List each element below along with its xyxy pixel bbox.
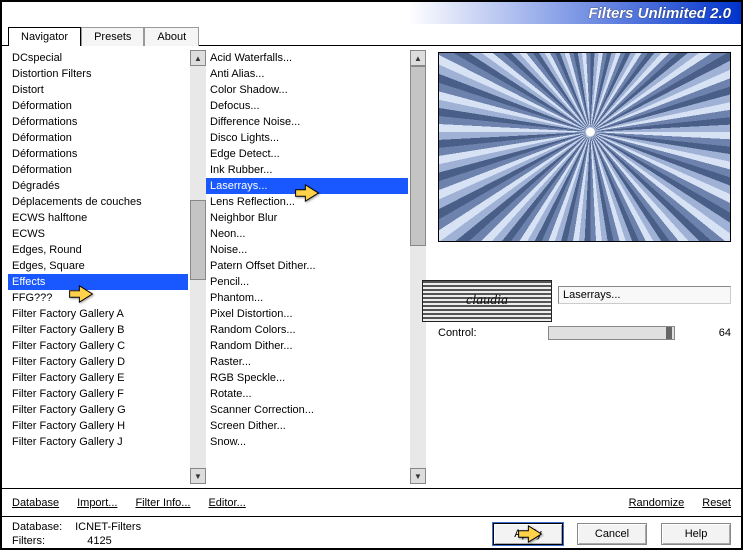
- list-item[interactable]: FFG???: [8, 290, 188, 306]
- list-item[interactable]: Dégradés: [8, 178, 188, 194]
- list-item[interactable]: Defocus...: [206, 98, 408, 114]
- filter-info-button[interactable]: Filter Info...: [135, 497, 190, 509]
- title-bar: Filters Unlimited 2.0: [2, 2, 741, 24]
- control-slider[interactable]: [548, 326, 675, 340]
- list-item[interactable]: Filter Factory Gallery D: [8, 354, 188, 370]
- scroll-thumb[interactable]: [190, 200, 206, 280]
- list-item[interactable]: RGB Speckle...: [206, 370, 408, 386]
- list-item[interactable]: Déformations: [8, 146, 188, 162]
- list-item[interactable]: Scanner Correction...: [206, 402, 408, 418]
- list-item[interactable]: Rotate...: [206, 386, 408, 402]
- list-item[interactable]: Filter Factory Gallery J: [8, 434, 188, 450]
- list-item[interactable]: Neon...: [206, 226, 408, 242]
- list-item[interactable]: Raster...: [206, 354, 408, 370]
- list-item[interactable]: Déformation: [8, 162, 188, 178]
- list-item[interactable]: Effects: [8, 274, 188, 290]
- list-item[interactable]: Filter Factory Gallery F: [8, 386, 188, 402]
- list-item[interactable]: Filter Factory Gallery E: [8, 370, 188, 386]
- import-button[interactable]: Import...: [77, 497, 117, 509]
- editor-button[interactable]: Editor...: [208, 497, 245, 509]
- tab-navigator[interactable]: Navigator: [8, 27, 81, 46]
- list-item[interactable]: Distortion Filters: [8, 66, 188, 82]
- category-scrollbar[interactable]: ▲ ▼: [190, 50, 206, 484]
- list-item[interactable]: Noise...: [206, 242, 408, 258]
- help-button[interactable]: Help: [661, 523, 731, 545]
- list-item[interactable]: Patern Offset Dither...: [206, 258, 408, 274]
- toolbar: Database Import... Filter Info... Editor…: [2, 488, 741, 516]
- list-item[interactable]: Pixel Distortion...: [206, 306, 408, 322]
- list-item[interactable]: Difference Noise...: [206, 114, 408, 130]
- list-item[interactable]: Pencil...: [206, 274, 408, 290]
- list-item[interactable]: Déformation: [8, 98, 188, 114]
- list-item[interactable]: Déformations: [8, 114, 188, 130]
- list-item[interactable]: Déformation: [8, 130, 188, 146]
- list-item[interactable]: Neighbor Blur: [206, 210, 408, 226]
- scroll-up-icon[interactable]: ▲: [410, 50, 426, 66]
- list-item[interactable]: Filter Factory Gallery G: [8, 402, 188, 418]
- list-item[interactable]: ECWS: [8, 226, 188, 242]
- filter-pane: Acid Waterfalls...Anti Alias...Color Sha…: [206, 46, 426, 488]
- control-row: Control: 64: [438, 326, 731, 340]
- list-item[interactable]: Anti Alias...: [206, 66, 408, 82]
- apply-button[interactable]: Apply: [493, 523, 563, 545]
- list-item[interactable]: Ink Rubber...: [206, 162, 408, 178]
- list-item[interactable]: Filter Factory Gallery H: [8, 418, 188, 434]
- tab-presets[interactable]: Presets: [81, 27, 144, 46]
- scroll-thumb[interactable]: [410, 66, 426, 246]
- list-item[interactable]: Laserrays...: [206, 178, 408, 194]
- list-item[interactable]: Edges, Round: [8, 242, 188, 258]
- list-item[interactable]: Lens Reflection...: [206, 194, 408, 210]
- list-item[interactable]: ECWS halftone: [8, 210, 188, 226]
- list-item[interactable]: Edge Detect...: [206, 146, 408, 162]
- status-bar: Database: ICNET-Filters Filters: 4125 Ap…: [2, 516, 741, 550]
- filter-scrollbar[interactable]: ▲ ▼: [410, 50, 426, 484]
- app-title: Filters Unlimited 2.0: [588, 5, 731, 22]
- scroll-up-icon[interactable]: ▲: [190, 50, 206, 66]
- list-item[interactable]: Snow...: [206, 434, 408, 450]
- control-value: 64: [675, 327, 731, 339]
- list-item[interactable]: Filter Factory Gallery B: [8, 322, 188, 338]
- reset-button[interactable]: Reset: [702, 497, 731, 509]
- filter-list[interactable]: Acid Waterfalls...Anti Alias...Color Sha…: [206, 50, 408, 484]
- tab-about[interactable]: About: [144, 27, 199, 46]
- preview-pane: Laserrays... Control: 64: [426, 46, 741, 488]
- list-item[interactable]: Distort: [8, 82, 188, 98]
- scroll-down-icon[interactable]: ▼: [410, 468, 426, 484]
- list-item[interactable]: Color Shadow...: [206, 82, 408, 98]
- list-item[interactable]: Phantom...: [206, 290, 408, 306]
- selected-filter-name: Laserrays...: [558, 286, 731, 304]
- database-button[interactable]: Database: [12, 497, 59, 509]
- preview-image: [438, 52, 731, 242]
- list-item[interactable]: Disco Lights...: [206, 130, 408, 146]
- list-item[interactable]: Déplacements de couches: [8, 194, 188, 210]
- watermark-badge: claudia: [422, 280, 552, 322]
- scroll-down-icon[interactable]: ▼: [190, 468, 206, 484]
- category-pane: DCspecialDistortion FiltersDistortDéform…: [2, 46, 206, 488]
- control-label: Control:: [438, 327, 548, 339]
- list-item[interactable]: Screen Dither...: [206, 418, 408, 434]
- list-item[interactable]: Random Colors...: [206, 322, 408, 338]
- status-info: Database: ICNET-Filters Filters: 4125: [12, 520, 141, 548]
- list-item[interactable]: Edges, Square: [8, 258, 188, 274]
- main-area: DCspecialDistortion FiltersDistortDéform…: [2, 46, 741, 488]
- randomize-button[interactable]: Randomize: [629, 497, 685, 509]
- category-list[interactable]: DCspecialDistortion FiltersDistortDéform…: [8, 50, 188, 484]
- list-item[interactable]: DCspecial: [8, 50, 188, 66]
- list-item[interactable]: Acid Waterfalls...: [206, 50, 408, 66]
- cancel-button[interactable]: Cancel: [577, 523, 647, 545]
- list-item[interactable]: Filter Factory Gallery A: [8, 306, 188, 322]
- list-item[interactable]: Random Dither...: [206, 338, 408, 354]
- list-item[interactable]: Filter Factory Gallery C: [8, 338, 188, 354]
- tab-strip: Navigator Presets About: [2, 24, 741, 46]
